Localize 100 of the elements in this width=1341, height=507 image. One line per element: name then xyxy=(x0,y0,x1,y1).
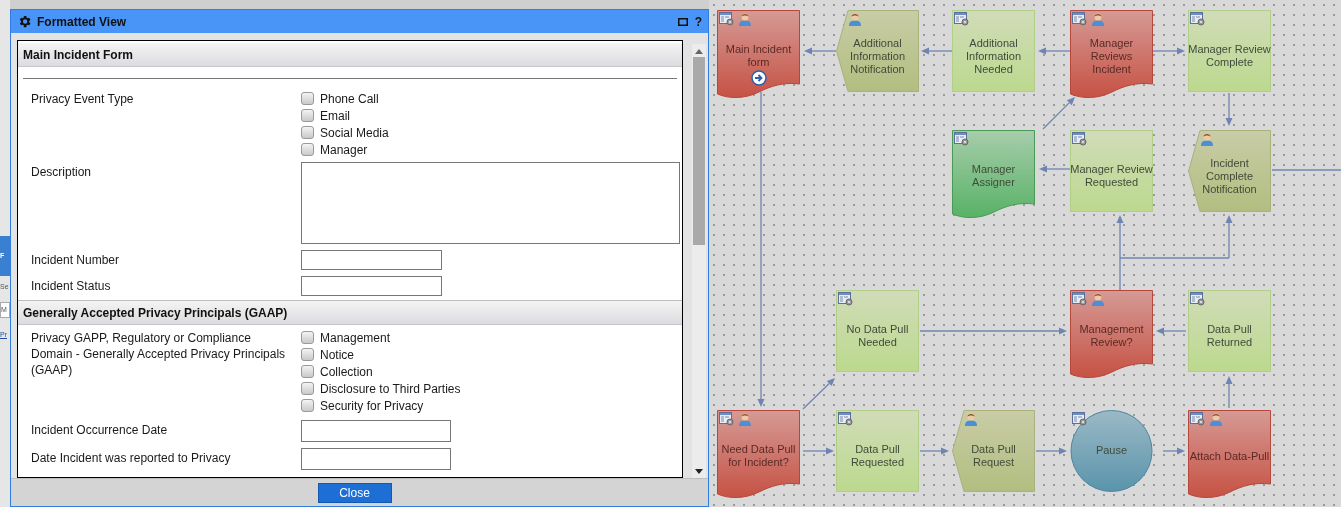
option-label: Notice xyxy=(320,346,354,364)
flow-node[interactable] xyxy=(1188,410,1271,500)
connector-arrow xyxy=(802,378,835,410)
field-label: Incident Occurrence Date xyxy=(31,422,169,438)
form-gear-icon xyxy=(1190,292,1205,306)
form-gear-icon xyxy=(838,412,853,426)
checkbox[interactable] xyxy=(301,109,314,122)
node-label: Incident Complete Notification xyxy=(1201,156,1258,196)
maximize-icon[interactable] xyxy=(677,17,688,26)
node-label: Additional Information Needed xyxy=(965,36,1022,76)
flow-node[interactable] xyxy=(836,10,919,92)
person-icon xyxy=(1209,412,1223,426)
settings-icon xyxy=(17,14,32,29)
text-field[interactable] xyxy=(301,276,442,296)
node-label: Need Data Pull for Incident? xyxy=(720,443,797,469)
option-label: Phone Call xyxy=(320,90,379,108)
person-icon xyxy=(964,412,978,426)
form-gear-icon xyxy=(719,12,734,26)
flow-node[interactable] xyxy=(952,130,1035,220)
form-gear-icon xyxy=(719,412,734,426)
person-icon xyxy=(1091,12,1105,26)
section-header: Generally Accepted Privacy Principals (GAAP) xyxy=(18,301,682,325)
checkbox[interactable] xyxy=(301,331,314,344)
flow-node[interactable] xyxy=(1188,130,1271,212)
form-gear-icon xyxy=(1072,412,1087,426)
node-label: Additional Information Notification xyxy=(849,36,906,76)
flow-node[interactable] xyxy=(1070,290,1153,380)
field-label: Description xyxy=(31,164,93,180)
checkbox[interactable] xyxy=(301,399,314,412)
option-label: Email xyxy=(320,107,350,125)
connector-arrow xyxy=(1039,165,1071,173)
person-icon xyxy=(848,12,862,26)
date-field[interactable] xyxy=(301,420,451,442)
flow-node[interactable] xyxy=(952,10,1035,92)
flow-node[interactable] xyxy=(836,410,919,492)
node-label: Manager Reviews Incident xyxy=(1088,36,1135,76)
connector-arrow xyxy=(802,447,834,455)
connector-arrow xyxy=(1156,327,1187,335)
connector-arrow xyxy=(1162,447,1185,455)
flow-node[interactable] xyxy=(836,290,919,372)
field-label: Incident Number xyxy=(31,252,121,268)
node-label: Manager Assigner xyxy=(970,163,1017,189)
field-label: Incident Status xyxy=(31,278,112,294)
checkbox[interactable] xyxy=(301,92,314,105)
scroll-down-icon[interactable] xyxy=(695,469,703,474)
person-icon xyxy=(1091,292,1105,306)
node-label: Attach Data-Pull xyxy=(1189,449,1270,463)
flow-node[interactable] xyxy=(1188,290,1271,372)
scroll-up-icon[interactable] xyxy=(695,49,703,54)
form-gear-icon xyxy=(1072,132,1087,146)
flow-node[interactable] xyxy=(717,10,800,100)
person-icon xyxy=(738,12,752,26)
connector-arrow xyxy=(1038,47,1071,55)
date-field[interactable] xyxy=(301,448,451,470)
option-label: Disclosure to Third Parties xyxy=(320,380,461,398)
connector-arrow xyxy=(1152,47,1185,55)
description-field[interactable] xyxy=(301,162,680,244)
form-gear-icon xyxy=(1190,12,1205,26)
checkbox[interactable] xyxy=(301,365,314,378)
option-label: Security for Privacy xyxy=(320,397,424,415)
circle-node[interactable] xyxy=(1070,410,1153,492)
section-header: Main Incident Form xyxy=(18,43,682,67)
close-button[interactable]: Close xyxy=(317,482,392,503)
checkbox[interactable] xyxy=(301,348,314,361)
node-label: Manager Review Requested xyxy=(1070,163,1153,189)
form-gear-icon xyxy=(1190,412,1205,426)
field-label: Privacy GAPP, Regulatory or Compliance Domain - Generally Accepted Privacy Principals (GAAP) xyxy=(31,330,287,378)
option-label: Management xyxy=(320,329,391,347)
form-gear-icon xyxy=(1072,292,1087,306)
option-label: Manager xyxy=(320,141,368,159)
form-gear-icon xyxy=(838,292,853,306)
node-label: Data Pull Requested xyxy=(849,443,906,469)
option-label: Social Media xyxy=(320,124,389,142)
connector-arrow xyxy=(919,447,949,455)
node-label: Pause xyxy=(1095,444,1128,457)
checkbox[interactable] xyxy=(301,126,314,139)
flow-node[interactable] xyxy=(717,410,800,500)
text-field[interactable] xyxy=(301,250,442,270)
connector-arrow xyxy=(1042,97,1075,130)
form-gear-icon xyxy=(954,132,969,146)
person-icon xyxy=(1200,132,1214,146)
help-button[interactable]: ? xyxy=(694,12,702,31)
flow-node[interactable] xyxy=(1070,130,1153,212)
node-label: Main Incident form xyxy=(724,43,793,69)
connector-arrow xyxy=(804,47,837,55)
field-label: Date Incident was reported to Privacy xyxy=(31,450,232,466)
node-label: Data Pull Request xyxy=(970,443,1017,469)
checkbox[interactable] xyxy=(301,382,314,395)
flow-node[interactable] xyxy=(1188,10,1271,92)
node-label: No Data Pull Needed xyxy=(845,323,910,349)
connector-arrow xyxy=(921,47,953,55)
flow-node[interactable] xyxy=(952,410,1035,492)
node-label: Manager Review Complete xyxy=(1188,43,1271,69)
connector-arrow xyxy=(1225,376,1233,409)
scrollbar[interactable] xyxy=(692,44,706,478)
flow-node[interactable] xyxy=(1070,10,1153,100)
checkbox[interactable] xyxy=(301,143,314,156)
person-icon xyxy=(738,412,752,426)
node-label: Management Review? xyxy=(1078,323,1145,349)
connector-arrow xyxy=(1225,92,1233,126)
